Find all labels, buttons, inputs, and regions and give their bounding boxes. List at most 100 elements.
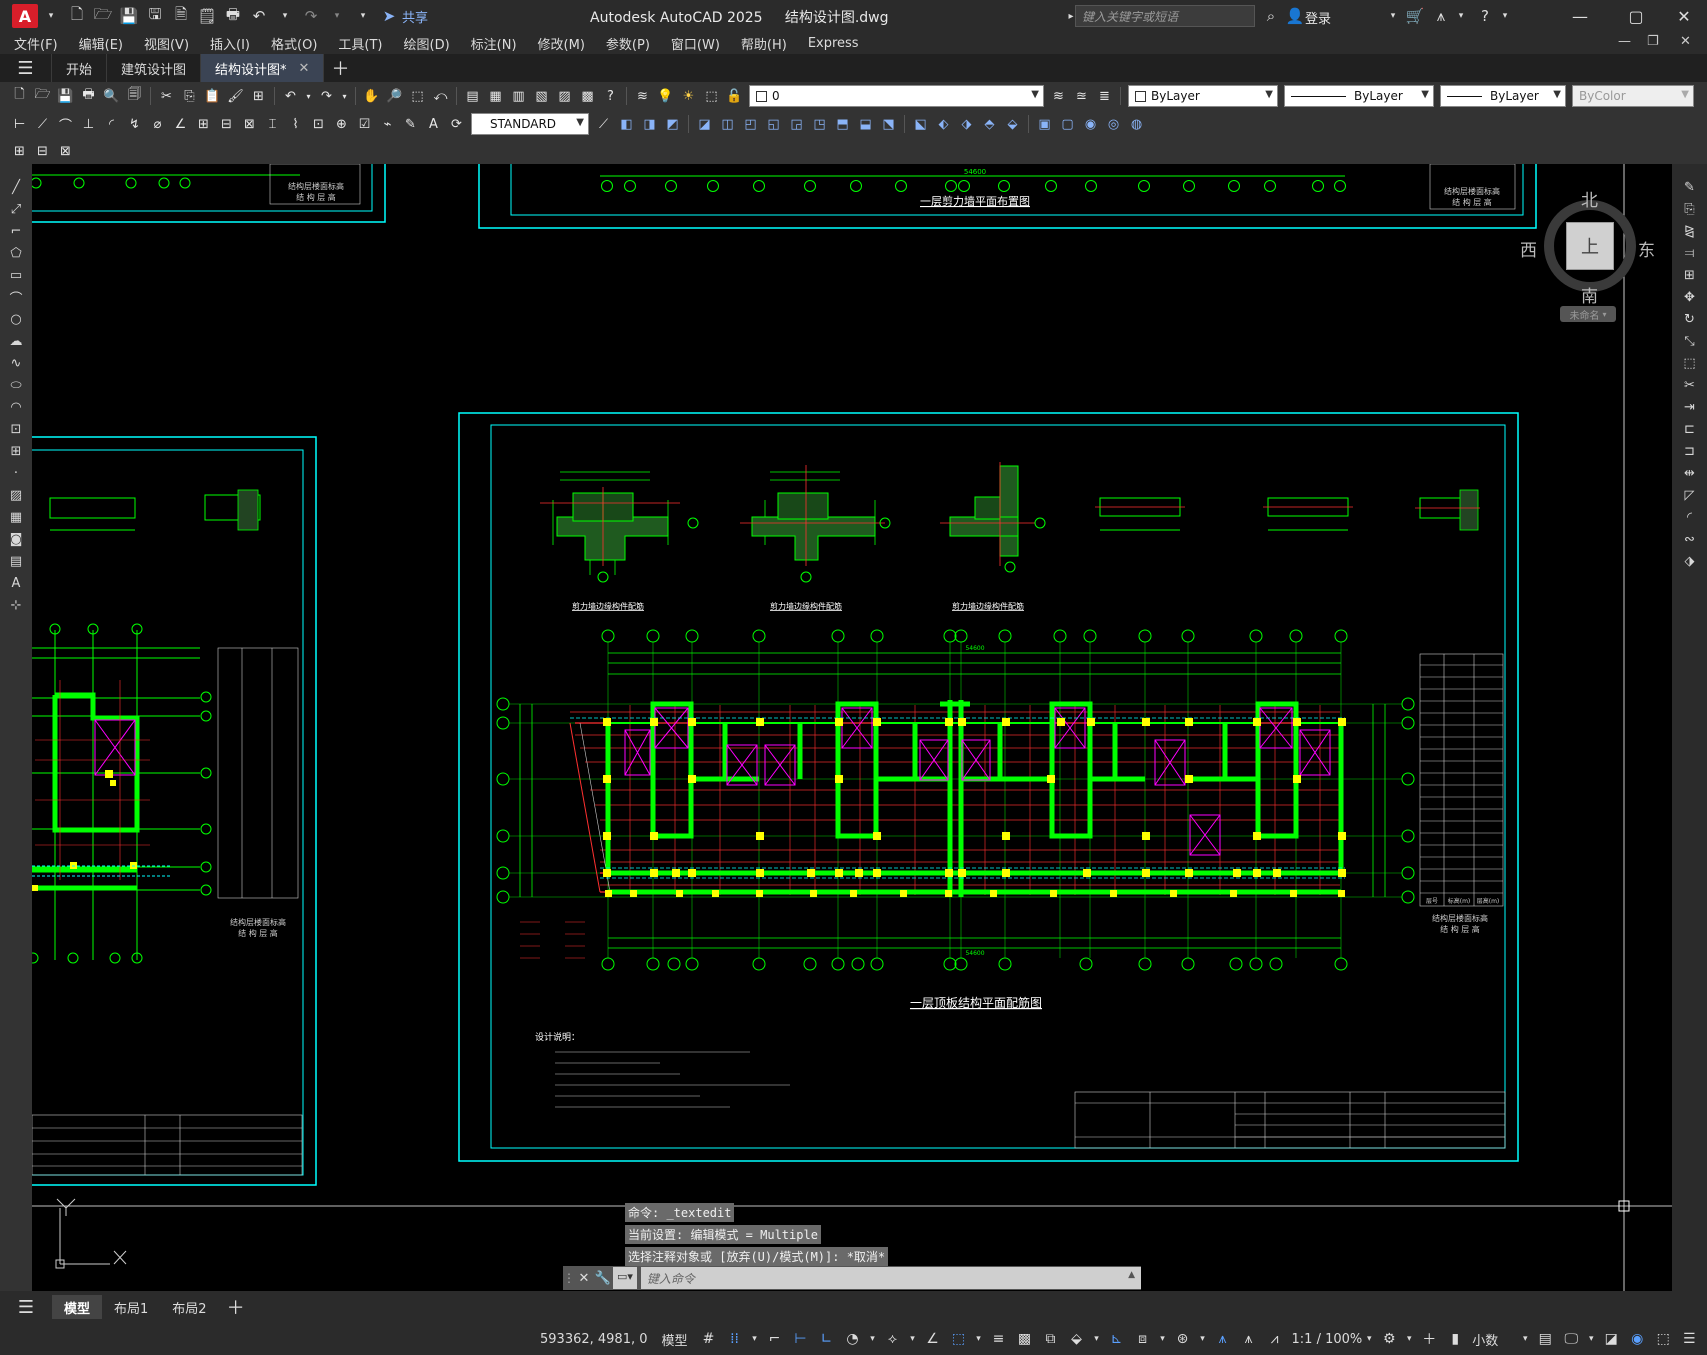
- 3d-osnap-dropdown-icon[interactable]: ▾: [1092, 1328, 1102, 1350]
- linetype-dropdown[interactable]: ByLayer ▼: [1284, 85, 1434, 107]
- lock-ui-icon[interactable]: 🖵: [1560, 1328, 1582, 1350]
- command-grip-icon[interactable]: ⋮: [563, 1271, 575, 1285]
- object-snap-tracking-icon[interactable]: ∠: [922, 1328, 944, 1350]
- gradient-icon[interactable]: ▦: [5, 507, 27, 527]
- save-icon[interactable]: 💾: [118, 5, 140, 27]
- quick-dim-icon[interactable]: ⊞: [194, 114, 214, 134]
- scale-icon[interactable]: ⤡: [1679, 331, 1701, 351]
- menu-format[interactable]: 格式(O): [271, 34, 317, 53]
- doc-restore-icon[interactable]: ❐: [1647, 34, 1659, 49]
- dynamic-ucs-icon[interactable]: ⊾: [1106, 1328, 1128, 1350]
- viewcube-top-face[interactable]: 上: [1566, 222, 1614, 270]
- dim-radius-icon[interactable]: ◜: [102, 114, 122, 134]
- menu-draw[interactable]: 绘图(D): [404, 34, 450, 53]
- ucs-icon[interactable]: ◪: [695, 114, 715, 134]
- copy-object-icon[interactable]: ⎘: [1679, 199, 1701, 219]
- selection-cycling-icon[interactable]: ⧉: [1040, 1328, 1062, 1350]
- break-point-icon[interactable]: ⊏: [1679, 419, 1701, 439]
- ucs-face-icon[interactable]: ◱: [764, 114, 784, 134]
- lock-ui-dropdown-icon[interactable]: ▾: [1586, 1328, 1596, 1350]
- command-history-toggle-icon[interactable]: ▲: [1128, 1270, 1135, 1280]
- polyline-icon[interactable]: ⌐: [5, 221, 27, 241]
- offset-icon[interactable]: ⫤: [1679, 243, 1701, 263]
- app-menu-chevron-icon[interactable]: ▾: [40, 5, 62, 27]
- center-mark-icon[interactable]: ⊕: [332, 114, 352, 134]
- color-dropdown[interactable]: ByLayer ▼: [1128, 85, 1278, 107]
- transparency-icon[interactable]: ▩: [1014, 1328, 1036, 1350]
- jogged-linear-icon[interactable]: ⌁: [378, 114, 398, 134]
- command-close-icon[interactable]: ✕: [575, 1271, 593, 1286]
- stretch-icon[interactable]: ⬚: [1679, 353, 1701, 373]
- fillet-icon[interactable]: ◜: [1679, 507, 1701, 527]
- dim-edit-icon[interactable]: ✎: [401, 114, 421, 134]
- login-dropdown-icon[interactable]: ▾: [1382, 5, 1404, 27]
- hatch-icon[interactable]: ▨: [5, 485, 27, 505]
- selection-filter-icon[interactable]: ⧈: [1132, 1328, 1154, 1350]
- units-value[interactable]: 小数: [1472, 1330, 1498, 1349]
- construction-line-icon[interactable]: ⤢: [5, 199, 27, 219]
- workspace-gear-icon[interactable]: ⚙: [1378, 1328, 1400, 1350]
- menu-modify[interactable]: 修改(M): [538, 34, 585, 53]
- camera-icon[interactable]: ⬘: [980, 114, 1000, 134]
- make-current-icon[interactable]: ≋: [1049, 86, 1069, 106]
- compass-south[interactable]: 南: [1581, 282, 1598, 307]
- zoom-previous-icon[interactable]: ⤺: [431, 86, 451, 106]
- pan-icon[interactable]: ✋: [362, 86, 382, 106]
- plot-toolbar-icon[interactable]: 🖶: [79, 86, 99, 106]
- isodraft-dropdown-icon[interactable]: ▾: [908, 1328, 918, 1350]
- polar-icon[interactable]: ◔: [842, 1328, 864, 1350]
- chamfer-icon[interactable]: ◸: [1679, 485, 1701, 505]
- qnew-icon[interactable]: 🗋: [10, 86, 30, 106]
- menu-insert[interactable]: 插入(I): [210, 34, 250, 53]
- menu-dimension[interactable]: 标注(N): [471, 34, 517, 53]
- layer-thaw-icon[interactable]: ☀: [679, 86, 699, 106]
- add-selected-icon[interactable]: ⊹: [5, 595, 27, 615]
- autodesk-a360-icon[interactable]: ⩚: [1430, 5, 1452, 27]
- help-icon[interactable]: ?: [1474, 5, 1496, 27]
- layer-on-icon[interactable]: 💡: [656, 86, 676, 106]
- menu-window[interactable]: 窗口(W): [671, 34, 720, 53]
- plot-icon[interactable]: 🖶: [222, 5, 244, 27]
- rotate-icon[interactable]: ↻: [1679, 309, 1701, 329]
- zoom-realtime-icon[interactable]: 🔎: [385, 86, 405, 106]
- move-icon[interactable]: ✥: [1679, 287, 1701, 307]
- revcloud-icon[interactable]: ☁: [5, 331, 27, 351]
- visual-style-icon[interactable]: ▢: [1058, 114, 1078, 134]
- layer-properties-icon[interactable]: ≋: [633, 86, 653, 106]
- help-dropdown-icon[interactable]: ▾: [1494, 5, 1516, 27]
- dim-arc-icon[interactable]: ⌒: [56, 114, 76, 134]
- customization-icon[interactable]: ☰: [1678, 1328, 1700, 1350]
- menu-edit[interactable]: 编辑(E): [79, 34, 123, 53]
- undo-toolbar-icon[interactable]: ↶: [281, 86, 301, 106]
- layer-states-icon[interactable]: ≣: [1095, 86, 1115, 106]
- lineweight-icon[interactable]: ≡: [988, 1328, 1010, 1350]
- ellipse-arc-icon[interactable]: ◠: [5, 397, 27, 417]
- autocad-logo-icon[interactable]: A: [12, 4, 38, 28]
- snap-dropdown-icon[interactable]: ▾: [750, 1328, 760, 1350]
- layout-tab-model[interactable]: 模型: [52, 1295, 103, 1319]
- region-icon[interactable]: ◙: [5, 529, 27, 549]
- save-as-icon[interactable]: 🖫: [144, 5, 166, 27]
- compass-north[interactable]: 北: [1581, 186, 1598, 211]
- snap-icon[interactable]: ⁞⁞: [724, 1328, 746, 1350]
- explode-icon[interactable]: ⬗: [1679, 551, 1701, 571]
- mirror-icon[interactable]: ⧎: [1679, 221, 1701, 241]
- redo-toolbar-icon[interactable]: ↷: [317, 86, 337, 106]
- inspect-icon[interactable]: ☑: [355, 114, 375, 134]
- design-center-icon[interactable]: ▦: [486, 86, 506, 106]
- table-icon[interactable]: ▤: [5, 551, 27, 571]
- layout-tab-1[interactable]: 布局1: [102, 1295, 160, 1319]
- dim-ordinate-icon[interactable]: ⊥: [79, 114, 99, 134]
- maximize-button[interactable]: ▢: [1616, 4, 1656, 28]
- join-icon[interactable]: ⇹: [1679, 463, 1701, 483]
- menu-file[interactable]: 文件(F): [14, 34, 58, 53]
- publish-icon[interactable]: 🗐: [125, 86, 145, 106]
- make-block-icon[interactable]: ⊞: [5, 441, 27, 461]
- cart-icon[interactable]: 🛒: [1404, 5, 1426, 27]
- match-properties-icon[interactable]: 🖌: [226, 86, 246, 106]
- quick-properties-icon[interactable]: ▤: [1534, 1328, 1556, 1350]
- dim-break-icon[interactable]: ⌇: [286, 114, 306, 134]
- gizmo-dropdown-icon[interactable]: ▾: [1198, 1328, 1208, 1350]
- login-button[interactable]: 登录: [1305, 8, 1331, 27]
- preview-icon[interactable]: 🔍: [102, 86, 122, 106]
